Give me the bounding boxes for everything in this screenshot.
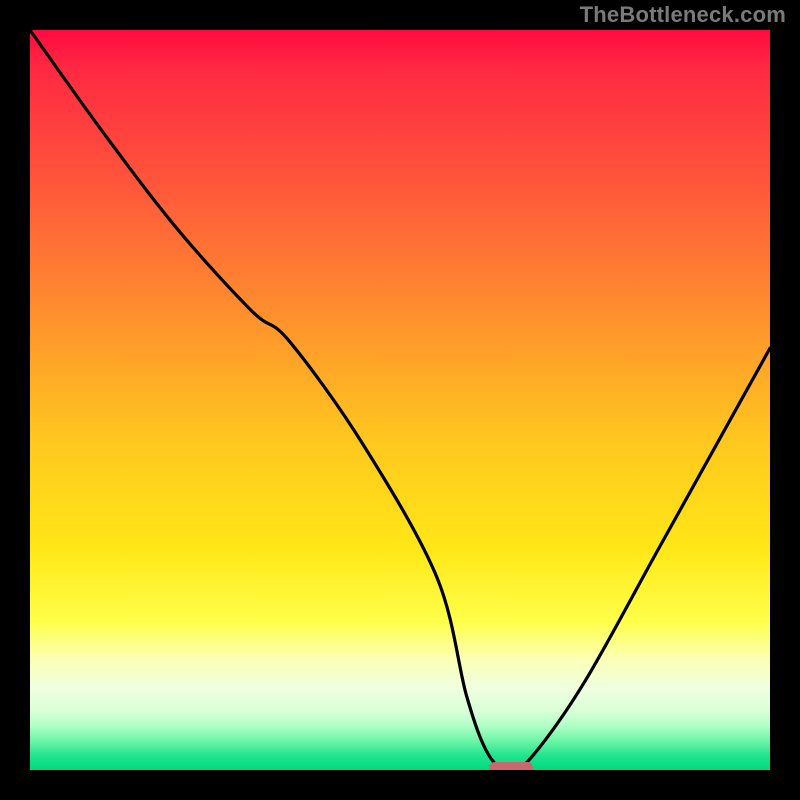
- bottleneck-curve: [30, 30, 770, 770]
- optimal-marker: [489, 762, 533, 770]
- chart-frame: TheBottleneck.com: [0, 0, 800, 800]
- plot-area: [30, 30, 770, 770]
- watermark-text: TheBottleneck.com: [580, 2, 786, 28]
